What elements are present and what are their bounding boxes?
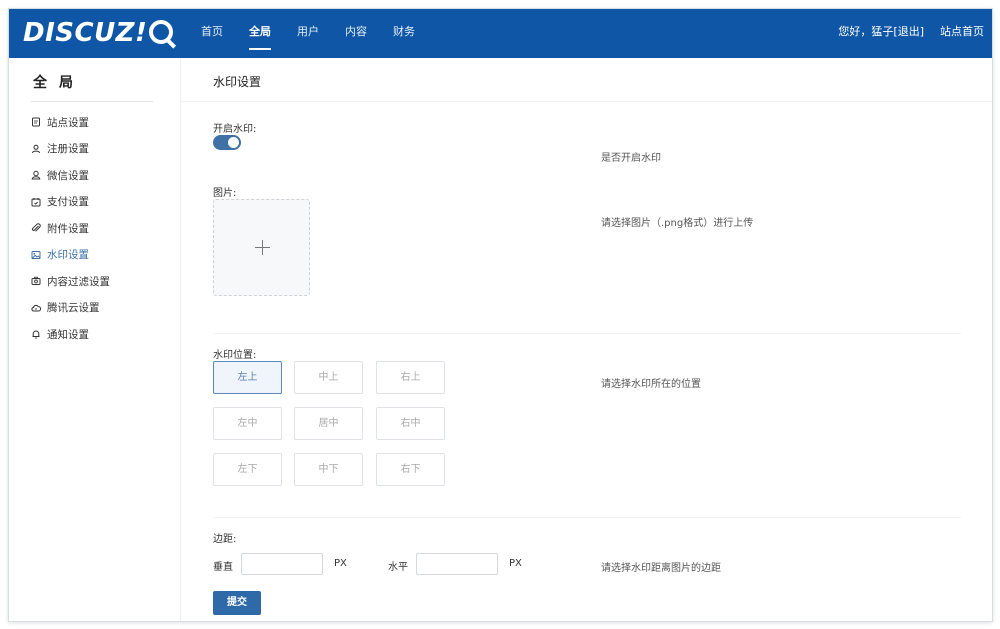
sidebar-item-attachment[interactable]: 附件设置	[31, 215, 110, 242]
sidebar-menu: 站点设置 注册设置 微信设置 支付设置 附件设置 水印设置 内容过滤设置 腾讯云…	[31, 109, 110, 348]
nav-users[interactable]: 用户	[297, 9, 319, 58]
sidebar-item-wechat[interactable]: 微信设置	[31, 162, 110, 189]
position-center[interactable]: 居中	[294, 407, 363, 440]
horizontal-margin-unit: PX	[509, 558, 522, 569]
vertical-margin-unit: PX	[334, 558, 347, 569]
page-header: 水印设置	[181, 58, 992, 102]
sidebar-item-label: 站点设置	[47, 116, 89, 129]
bell-icon	[31, 329, 41, 339]
logo-q-mark	[149, 20, 174, 44]
site-home-link[interactable]: 站点首页	[940, 9, 984, 55]
position-bottom-right[interactable]: 右下	[376, 453, 445, 486]
position-middle-left[interactable]: 左中	[213, 407, 282, 440]
watermark-toggle-hint: 是否开启水印	[601, 153, 661, 164]
user-circle-icon	[31, 170, 41, 180]
watermark-toggle-label: 开启水印:	[213, 124, 257, 135]
position-middle-right[interactable]: 右中	[376, 407, 445, 440]
page-title: 水印设置	[213, 75, 262, 89]
app-window: DISCUZ! 首页 全局 用户 内容 财务 您好，猛子[退出] 站点首页 全局…	[8, 8, 993, 622]
sidebar-item-label: 注册设置	[47, 143, 89, 156]
user-area: 您好，猛子[退出] 站点首页	[838, 9, 984, 55]
submit-button[interactable]: 提交	[213, 591, 261, 615]
position-hint: 请选择水印所在的位置	[601, 379, 701, 390]
plus-icon-vertical	[262, 240, 263, 255]
nav-finance[interactable]: 财务	[393, 9, 415, 58]
horizontal-margin-input[interactable]	[416, 553, 498, 575]
sidebar-item-label: 附件设置	[47, 222, 89, 235]
user-greeting: 您好，猛子	[838, 25, 894, 38]
position-top-right[interactable]: 右上	[376, 361, 445, 394]
sidebar-item-tencent-cloud[interactable]: 腾讯云设置	[31, 295, 110, 322]
discuz-logo[interactable]: DISCUZ!	[23, 18, 174, 48]
position-top-left[interactable]: 左上	[213, 361, 282, 394]
top-navbar: DISCUZ! 首页 全局 用户 内容 财务 您好，猛子[退出] 站点首页	[9, 9, 992, 58]
position-label: 水印位置:	[213, 350, 257, 361]
sidebar-item-label: 内容过滤设置	[47, 275, 110, 288]
sidebar-item-content-filter[interactable]: 内容过滤设置	[31, 268, 110, 295]
image-hint: 请选择图片（.png格式）进行上传	[601, 218, 754, 229]
document-icon	[31, 117, 41, 127]
sidebar-item-label: 支付设置	[47, 196, 89, 209]
user-greeting-group: 您好，猛子[退出]	[838, 9, 924, 55]
sidebar-item-site[interactable]: 站点设置	[31, 109, 110, 136]
sidebar-item-register[interactable]: 注册设置	[31, 136, 110, 163]
sidebar-item-label: 腾讯云设置	[47, 302, 100, 315]
sidebar-item-label: 水印设置	[47, 249, 89, 262]
logo-text: DISCUZ!	[23, 18, 148, 48]
position-bottom-left[interactable]: 左下	[213, 453, 282, 486]
image-icon	[31, 250, 41, 260]
section-divider	[213, 333, 961, 334]
nav-content[interactable]: 内容	[345, 9, 367, 58]
sidebar: 全局 站点设置 注册设置 微信设置 支付设置 附件设置 水印设置 内容过滤设置 …	[9, 58, 181, 621]
sidebar-divider	[31, 101, 153, 102]
margin-label: 边距:	[213, 534, 237, 545]
paperclip-icon	[31, 223, 41, 233]
cloud-icon	[31, 303, 41, 313]
sidebar-item-label: 微信设置	[47, 169, 89, 182]
watermark-toggle[interactable]	[213, 135, 241, 150]
nav-global[interactable]: 全局	[249, 9, 271, 58]
image-upload-box[interactable]	[213, 199, 310, 296]
section-divider	[213, 517, 961, 518]
main-nav: 首页 全局 用户 内容 财务	[201, 9, 441, 58]
vertical-margin-label: 垂直	[213, 562, 233, 573]
vertical-margin-input[interactable]	[241, 553, 323, 575]
nav-home[interactable]: 首页	[201, 9, 223, 58]
image-label: 图片:	[213, 188, 237, 199]
margin-hint: 请选择水印距离图片的边距	[601, 563, 721, 574]
horizontal-margin-label: 水平	[388, 562, 408, 573]
wallet-icon	[31, 197, 41, 207]
user-icon	[31, 144, 41, 154]
sidebar-item-payment[interactable]: 支付设置	[31, 189, 110, 216]
position-bottom-center[interactable]: 中下	[294, 453, 363, 486]
sidebar-title: 全局	[33, 75, 85, 91]
camera-icon	[31, 276, 41, 286]
main-content: 水印设置 开启水印: 是否开启水印 图片: 请选择图片（.png格式）进行上传 …	[181, 58, 992, 621]
sidebar-item-notification[interactable]: 通知设置	[31, 321, 110, 348]
sidebar-item-label: 通知设置	[47, 328, 89, 341]
logout-link[interactable]: [退出]	[893, 25, 924, 38]
sidebar-item-watermark[interactable]: 水印设置	[31, 242, 110, 269]
position-top-center[interactable]: 中上	[294, 361, 363, 394]
